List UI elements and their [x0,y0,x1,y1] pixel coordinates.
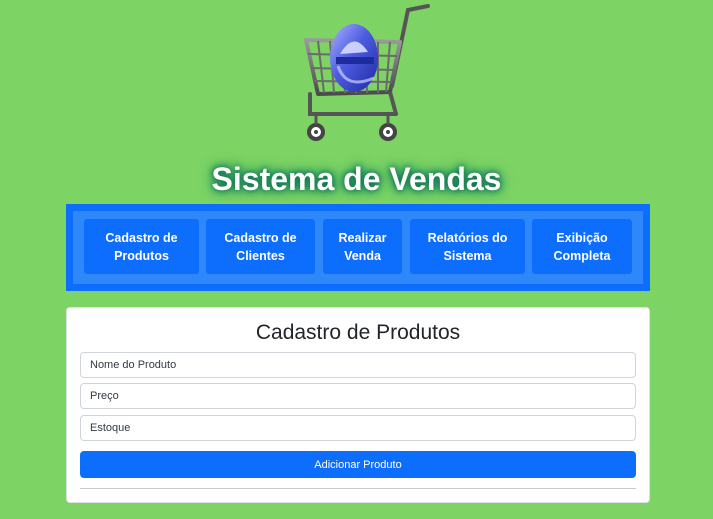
shopping-cart-logo-icon [304,4,430,141]
price-input[interactable] [80,383,636,409]
form-title: Cadastro de Produtos [255,321,461,344]
nav-exibicao-completa-button[interactable]: Exibição Completa [532,219,632,274]
app-title: Sistema de Vendas [211,161,502,197]
nav-cadastro-clientes-button[interactable]: Cadastro de Clientes [206,219,315,274]
product-form-card: Cadastro de Produtos Adicionar Produto [66,307,650,503]
nav-relatorios-button[interactable]: Relatórios do Sistema [410,219,525,274]
main-navigation: Cadastro de Produtos Cadastro de Cliente… [66,204,650,291]
stock-input[interactable] [80,415,636,441]
nav-cadastro-produtos-button[interactable]: Cadastro de Produtos [84,219,199,274]
product-name-input[interactable] [80,352,636,378]
nav-realizar-venda-button[interactable]: Realizar Venda [323,219,402,274]
add-product-button[interactable]: Adicionar Produto [80,451,636,478]
divider [80,488,636,489]
nav-button-group: Cadastro de Produtos Cadastro de Cliente… [73,211,643,284]
